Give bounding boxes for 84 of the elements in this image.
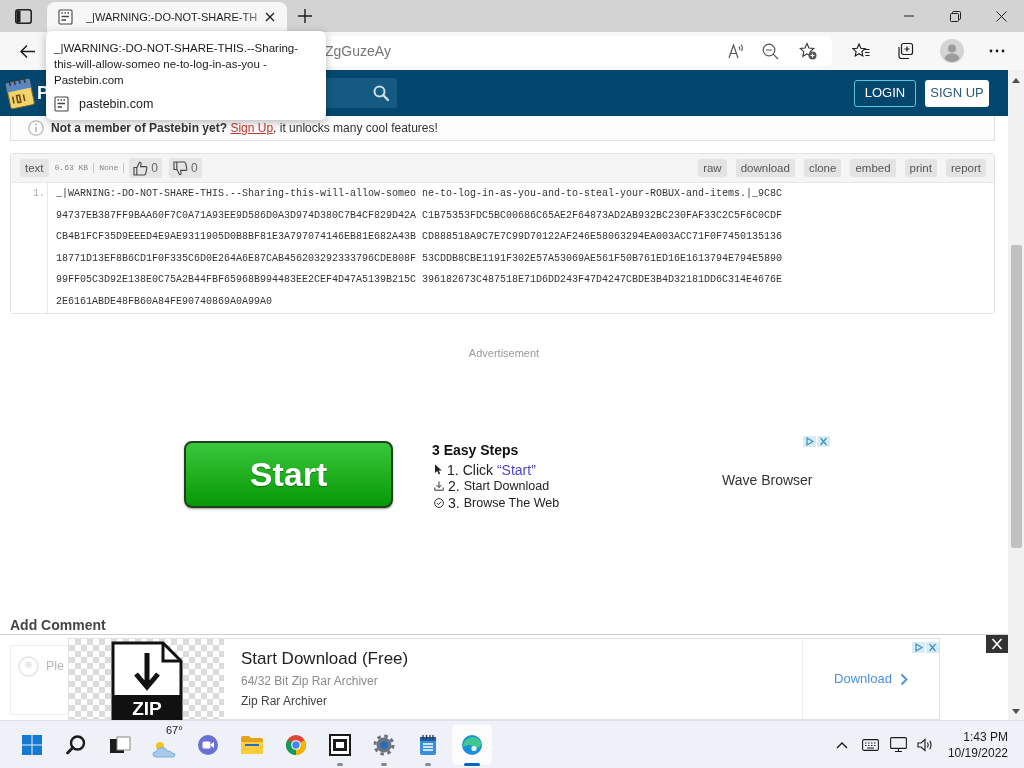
- step-text: Browse The Web: [463, 494, 560, 511]
- step-number: 2.: [448, 478, 460, 495]
- banner-title[interactable]: Start Download (Free): [241, 649, 409, 669]
- scroll-up-arrow-icon[interactable]: [1012, 78, 1020, 83]
- dislike-button[interactable]: 0: [169, 158, 202, 178]
- notepad-favicon-icon: [54, 96, 70, 112]
- play-triangle-icon[interactable]: [912, 642, 925, 653]
- folder-icon[interactable]: [240, 734, 264, 755]
- add-favorite-icon[interactable]: [799, 42, 817, 60]
- step-number: 3.: [448, 494, 460, 511]
- advertisement-label: Advertisement: [468, 345, 540, 360]
- notepad-icon[interactable]: [419, 733, 437, 756]
- scrollbar-thumb[interactable]: [1010, 245, 1022, 548]
- notepad-favicon-icon: [58, 9, 74, 25]
- login-button[interactable]: LOGIN: [854, 79, 916, 107]
- avatar-icon: [18, 655, 39, 677]
- framed-square-icon[interactable]: [329, 733, 351, 756]
- check-circle-icon: [434, 497, 444, 508]
- video-camera-icon[interactable]: [197, 733, 219, 756]
- signup-button[interactable]: SIGN UP: [925, 79, 989, 107]
- read-aloud-icon[interactable]: [728, 43, 745, 59]
- download-link[interactable]: Download: [834, 669, 908, 689]
- close-icon[interactable]: [995, 10, 1007, 22]
- play-triangle-icon[interactable]: [803, 435, 816, 447]
- paste-size: 0.63 KB: [54, 162, 89, 174]
- profile-avatar-icon[interactable]: [940, 39, 964, 63]
- thumbs-down-icon: [173, 160, 189, 176]
- code-text: _|WARNING:-DO-NOT-SHARE-THIS.--Sharing-this-will-allow-someo ne-to-log-in-as-you-and-to-steal-your-ROBUX-and-items.|_9C8C 94737EB387FF9BAA60F7C0A71A93EE9D586D0A3D974D380C7B4CF829D42A C1B75353FDC5BC00686C65AE2F64873AD2AB932BC230FAF33C2C5F6C0CDF CB4B1FCF35D9EEED4E9AE9311905D0B8BF81E3A797074146EB81E682A43B CD888518A9C7E7C99D70122AF246E58063294EA003ACC71F0F7450135136 18771D13EF8B6CD1F0F335C6D0E264A6E87CAB456203292333796CDE808F 53CDDB8CBE1191F302E57A53069AE561F50B761ED16E1613794E794E5890 99FF05C3D92E138E0C75A2B44FBF65968B994483EE2CEF4D47A5139B215C 396182673C487518E71D6DD243F47D4247CBDE3B4D32181DD6C314E4676E 2E6161ABDE48FB60A84FE90740869A0A99A0: [56, 187, 783, 309]
- line-number: 1.: [33, 187, 45, 201]
- swirl-icon[interactable]: [461, 733, 483, 756]
- new-tab-plus-icon[interactable]: [298, 9, 312, 23]
- close-icon[interactable]: [265, 12, 275, 22]
- ad-close-icon[interactable]: [817, 435, 830, 447]
- chevron-up-icon[interactable]: [835, 740, 848, 749]
- more-options-icon[interactable]: [989, 49, 1005, 53]
- cursor-icon: [434, 464, 443, 476]
- paste-action-button[interactable]: download: [735, 159, 795, 177]
- collections-icon[interactable]: [896, 42, 914, 60]
- paste-action-button[interactable]: raw: [698, 159, 727, 177]
- bottom-ad-banner[interactable]: ZIP Start Download (Free) 64/32 Bit Zip Rar Archiver Zip Rar Archiver Download: [68, 638, 940, 720]
- speaker-icon[interactable]: [916, 737, 934, 752]
- paste-action-button[interactable]: report: [945, 159, 986, 177]
- back-arrow-icon[interactable]: [19, 43, 36, 59]
- scrollbar[interactable]: [1008, 70, 1024, 720]
- clock-time[interactable]: 1:43 PM: [963, 728, 1008, 745]
- favorites-icon[interactable]: [852, 43, 870, 59]
- gear-icon[interactable]: [373, 733, 395, 756]
- syntax-tag[interactable]: text: [20, 159, 49, 177]
- clock-date[interactable]: 10/19/2022: [947, 744, 1008, 761]
- ad-close-icon[interactable]: [926, 642, 939, 653]
- paste-action-button[interactable]: embed: [850, 159, 896, 177]
- chevron-right-icon: [899, 672, 908, 686]
- zip-label: ZIP: [131, 698, 163, 720]
- add-comment-heading: Add Comment: [10, 616, 106, 633]
- tooltip-domain: pastebin.com: [79, 96, 154, 112]
- paste-expiry: None: [99, 162, 119, 174]
- info-icon: [28, 120, 44, 136]
- zip-file-icon: [111, 641, 183, 720]
- step-number: 1.: [447, 461, 459, 478]
- like-button[interactable]: 0: [129, 158, 163, 178]
- task-view-icon[interactable]: [109, 734, 131, 755]
- browser-tab[interactable]: _|WARNING:-DO-NOT-SHARE-TH: [47, 2, 287, 32]
- banner-advertiser: Zip Rar Archiver: [241, 693, 328, 709]
- zoom-out-icon[interactable]: [762, 42, 779, 60]
- windows-start-icon[interactable]: [22, 734, 42, 755]
- chrome-icon[interactable]: [285, 733, 307, 756]
- steps-title: 3 Easy Steps: [432, 441, 519, 458]
- keyboard-icon[interactable]: [861, 738, 879, 751]
- panel-layout-icon[interactable]: [15, 8, 32, 24]
- scroll-down-arrow-icon[interactable]: [1012, 709, 1020, 714]
- advertiser-name: Wave Browser: [722, 470, 813, 489]
- notice-text: Not a member of Pastebin yet? Sign Up, it unlocks many cool features!: [51, 120, 438, 137]
- search-icon[interactable]: [65, 733, 87, 756]
- paste-action-button[interactable]: print: [904, 159, 937, 177]
- close-icon[interactable]: [986, 635, 1008, 653]
- step-text: Start Download: [463, 478, 550, 495]
- thumbs-up-icon: [133, 160, 149, 176]
- restore-icon[interactable]: [949, 10, 961, 22]
- paste-action-button[interactable]: clone: [803, 159, 842, 177]
- monitor-icon[interactable]: [889, 736, 907, 753]
- download-icon: [434, 481, 444, 492]
- step-text: Click “Start”: [462, 461, 536, 478]
- weather-temperature: 67°: [166, 723, 183, 736]
- banner-subtitle: 64/32 Bit Zip Rar Archiver: [241, 673, 378, 689]
